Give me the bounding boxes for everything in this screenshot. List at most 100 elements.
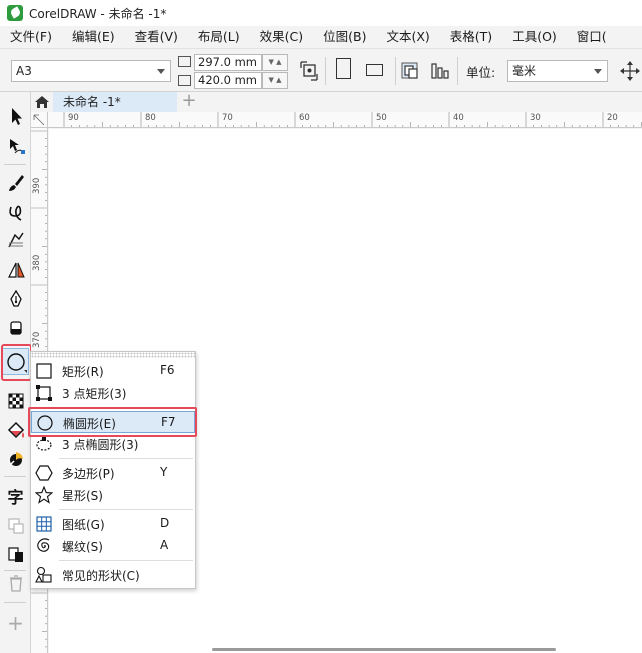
clipboard-icon [7,546,23,562]
add-tool-button[interactable]: + [2,609,29,636]
ruler-label: 90 [68,113,79,123]
page-height-input[interactable]: 420.0 mm [194,72,262,89]
flyout-item-label: 常见的形状(C) [62,569,140,583]
ruler-label: 60 [299,113,310,123]
hexagon-icon [35,465,53,481]
flyout-item-label: 3 点矩形(3) [62,387,127,401]
page-height-stepper[interactable]: ▼ ▲ [262,72,288,89]
menu-window[interactable]: 窗口( [567,26,617,48]
title-bar: CorelDRAW - 未命名 -1* [0,0,642,26]
star-icon [35,486,53,504]
horizontal-ruler[interactable]: 90 80 70 60 50 40 30 20 [48,112,642,128]
menu-tools[interactable]: 工具(O) [502,26,567,48]
horizontal-ruler-ticks [63,112,642,127]
page-width-input[interactable]: 297.0 mm [194,54,262,71]
flyout-item-shortcut: Y [160,465,168,479]
rectangle-icon [36,363,52,379]
flyout-grip[interactable] [31,352,195,358]
portrait-orientation-button[interactable] [336,58,351,79]
all-pages-button[interactable] [398,58,424,84]
flyout-item-label: 星形(S) [62,489,103,503]
document-tab[interactable]: 未命名 -1* [53,92,177,112]
smart-drawing-icon [7,232,24,247]
flyout-item-rectangle[interactable]: 矩形(R) F6 [31,360,195,382]
horizontal-scrollbar[interactable] [212,648,556,651]
three-point-rectangle-icon [36,385,52,401]
paint-bucket-icon [7,421,24,438]
new-document-tab-button[interactable]: + [179,92,199,112]
ellipse-item-highlight [28,407,197,437]
menu-view[interactable]: 查看(V) [125,26,188,48]
menu-file[interactable]: 文件(F) [0,26,62,48]
chevron-down-icon [157,69,165,74]
node-edit-icon [9,138,25,154]
ruler-origin[interactable] [31,112,48,128]
plus-icon: + [7,610,24,635]
pen-tool-button[interactable] [2,285,29,312]
eyedropper-tool-button[interactable] [2,445,29,472]
flyout-item-shortcut: A [160,538,169,552]
pick-tool-button[interactable] [2,102,29,129]
ellipse-tool-highlight [1,344,32,381]
connector-tool-button[interactable] [2,540,29,567]
flyout-item-label: 图纸(G) [62,518,105,532]
flyout-item-graph-paper[interactable]: 图纸(G) D [31,513,195,535]
resize-page-button[interactable] [296,58,322,84]
nudge-distance-button[interactable] [618,58,642,84]
paper-size-select[interactable]: A3 [11,60,171,82]
window-title: CorelDRAW - 未命名 -1* [29,6,167,21]
shape-tool-button[interactable] [2,132,29,159]
eraser-tool-button[interactable] [2,314,29,341]
copy-properties-icon [8,518,23,533]
ruler-label: 80 [145,113,156,123]
bezier-tool-button[interactable] [2,198,29,225]
ruler-label: 50 [376,113,387,123]
menu-edit[interactable]: 编辑(E) [62,26,125,48]
flyout-item-star[interactable]: 星形(S) [31,484,195,506]
three-point-ellipse-icon [36,437,52,451]
flyout-item-polygon[interactable]: 多边形(P) Y [31,462,195,484]
curve-icon [8,205,21,221]
page-height-icon [178,75,191,86]
menu-effects[interactable]: 效果(C) [250,26,313,48]
smart-fill-tool-button[interactable] [2,226,29,253]
flyout-item-common-shapes[interactable]: 常见的形状(C) [31,564,195,586]
menu-bitmaps[interactable]: 位图(B) [313,26,376,48]
color-eyedropper-icon [8,451,23,466]
menu-layout[interactable]: 布局(L) [188,26,250,48]
resize-page-icon [300,61,318,81]
ruler-label: 390 [32,177,42,194]
checker-transparency-icon [8,393,23,408]
transparency-tool-button[interactable] [2,387,29,414]
flyout-item-spiral[interactable]: 螺纹(S) A [31,535,195,557]
paper-size-value: A3 [16,64,32,78]
artistic-media-tool-button[interactable] [2,169,29,196]
current-page-icon [431,63,449,79]
chevron-down-icon [594,69,602,74]
text-tool-button[interactable]: 字 [2,482,29,509]
flyout-item-shortcut: D [160,516,170,530]
units-label: 单位: [466,65,496,80]
flyout-item-3point-rectangle[interactable]: 3 点矩形(3) [31,382,195,404]
home-tab[interactable] [31,92,53,112]
page-width-stepper[interactable]: ▼ ▲ [262,54,288,71]
delete-button[interactable] [2,569,29,596]
ruler-label: 70 [222,113,233,123]
ruler-label: 20 [607,113,618,123]
parallel-dimension-icon [7,262,25,278]
current-page-button[interactable] [427,58,453,84]
dimension-tool-button[interactable] [2,256,29,283]
move-arrows-icon [620,61,640,81]
flyout-item-label: 矩形(R) [62,365,104,379]
ruler-label: 40 [453,113,464,123]
menu-table[interactable]: 表格(T) [440,26,502,48]
brush-icon [8,174,24,191]
fill-tool-button[interactable] [2,416,29,443]
toolbar-divider [457,57,458,85]
menu-text[interactable]: 文本(X) [376,26,439,48]
landscape-orientation-button[interactable] [366,64,383,76]
table-tool-button[interactable] [2,511,29,538]
units-select[interactable]: 毫米 [507,60,608,82]
home-icon [35,96,49,108]
property-bar: A3 297.0 mm ▼ ▲ 420.0 mm ▼ ▲ 单位: 毫米 [0,48,642,92]
